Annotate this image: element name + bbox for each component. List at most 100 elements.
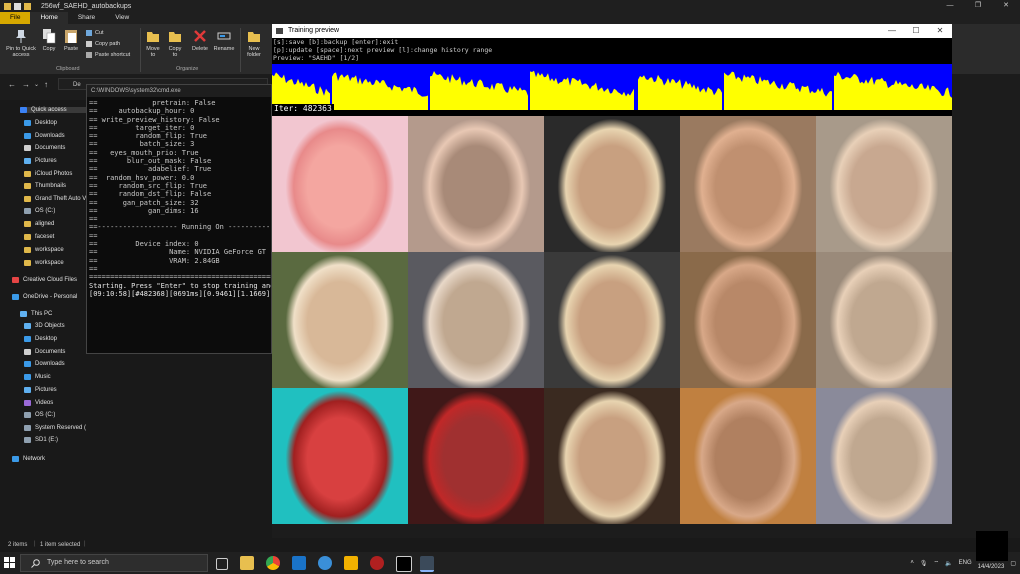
recent-chevron-icon[interactable]: ⌄: [34, 81, 39, 88]
nav-item[interactable]: Network: [12, 456, 45, 462]
nav-item[interactable]: 3D Objects: [24, 323, 65, 329]
minimize-button[interactable]: —: [936, 0, 964, 12]
windows-start-icon[interactable]: [4, 557, 15, 568]
nav-item[interactable]: OneDrive - Personal: [12, 294, 77, 300]
cmd-line: == gan_dims: 16: [89, 206, 199, 215]
cmd-window[interactable]: C:\WINDOWS\system32\cmd.exe == pretrain:…: [86, 84, 272, 354]
copy-button[interactable]: Copy: [40, 28, 58, 52]
nav-item-label: SD1 (E:): [35, 437, 59, 443]
preview-minimize-button[interactable]: —: [880, 24, 904, 38]
task-view-icon[interactable]: [216, 558, 228, 570]
nav-item[interactable]: Desktop: [24, 336, 57, 342]
nav-item[interactable]: Documents: [24, 145, 65, 151]
wifi-icon[interactable]: ⌔: [933, 559, 939, 567]
nav-item[interactable]: Desktop: [24, 120, 57, 126]
app-icon[interactable]: [318, 556, 332, 570]
paste-shortcut-label: Paste shortcut: [95, 52, 131, 58]
properties-icon[interactable]: [14, 2, 21, 10]
python-window-icon[interactable]: [420, 556, 434, 572]
tab-share[interactable]: Share: [68, 12, 105, 24]
pin-quick-access-button[interactable]: Pin to Quick access: [4, 28, 38, 58]
nav-item[interactable]: OS (C:): [24, 412, 55, 418]
preview-title-bar[interactable]: Training preview — ☐ ✕: [272, 24, 952, 38]
status-divider: |: [34, 541, 36, 547]
nav-item[interactable]: Creative Cloud Files: [12, 277, 77, 283]
nav-item-label: Creative Cloud Files: [23, 277, 78, 283]
nav-item-label: Pictures: [35, 387, 57, 393]
new-folder-label: New folder: [247, 46, 261, 58]
cmd-title-bar[interactable]: C:\WINDOWS\system32\cmd.exe: [87, 85, 271, 97]
nav-item[interactable]: Thumbnails: [24, 183, 66, 189]
nav-item-icon: [24, 221, 31, 227]
nav-item-icon: [24, 425, 31, 431]
nav-item[interactable]: Documents: [24, 349, 65, 355]
training-preview-window[interactable]: Training preview — ☐ ✕ [s]:save [b]:back…: [272, 24, 952, 524]
terminal-icon[interactable]: [396, 556, 412, 572]
nav-item-label: workspace: [35, 260, 64, 266]
cmd-line: == Name: NVIDIA GeForce GT: [89, 248, 267, 257]
nav-item[interactable]: faceset: [24, 234, 54, 240]
preview-close-button[interactable]: ✕: [928, 24, 952, 38]
tab-file[interactable]: File: [0, 12, 31, 24]
taskbar-search-box[interactable]: Type here to search: [20, 554, 208, 572]
file-explorer-icon[interactable]: [240, 556, 254, 570]
move-folder-icon: [147, 32, 159, 42]
address-path-text: De: [73, 82, 81, 88]
nav-item[interactable]: Videos: [24, 400, 53, 406]
nav-item[interactable]: Music: [24, 374, 51, 380]
copy-to-button[interactable]: Copy to: [166, 28, 184, 58]
preview-maximize-button[interactable]: ☐: [904, 24, 928, 38]
app-icon[interactable]: [370, 556, 384, 570]
up-arrow-icon[interactable]: ↑: [44, 80, 48, 89]
rename-button[interactable]: Rename: [212, 28, 236, 52]
nav-item-label: OS (C:): [35, 412, 56, 418]
item-count: 2 items: [8, 542, 28, 548]
nav-item-label: 3D Objects: [35, 323, 65, 329]
delete-label: Delete: [192, 46, 208, 52]
microphone-icon[interactable]: 🎙: [920, 560, 928, 567]
new-folder-button[interactable]: New folder: [244, 28, 264, 58]
forward-arrow-icon[interactable]: →: [22, 80, 30, 89]
language-indicator[interactable]: ENG: [959, 560, 972, 566]
nav-item[interactable]: workspace: [24, 247, 64, 253]
volume-icon[interactable]: 🔈: [945, 560, 952, 567]
preview-image-grid: [272, 116, 952, 524]
copy-label: Copy: [42, 46, 56, 52]
chrome-icon[interactable]: [266, 556, 280, 570]
folder-icon[interactable]: [24, 2, 31, 10]
nav-item[interactable]: System Reserved (D:): [24, 425, 94, 431]
app-icon[interactable]: [292, 556, 306, 570]
nav-item[interactable]: Quick access: [20, 107, 90, 113]
copy-path-button[interactable]: Copy path: [86, 41, 120, 47]
delete-button[interactable]: Delete: [190, 28, 210, 52]
nav-item[interactable]: SD1 (E:): [24, 437, 58, 443]
nav-item[interactable]: Downloads: [24, 361, 65, 367]
explorer-status-bar: 2 items | 1 item selected |: [0, 538, 1020, 552]
app-icon[interactable]: [344, 556, 358, 570]
nav-item[interactable]: This PC: [20, 311, 52, 317]
nav-item[interactable]: Pictures: [24, 387, 57, 393]
nav-item[interactable]: iCloud Photos: [24, 171, 72, 177]
back-arrow-icon[interactable]: ←: [8, 80, 16, 89]
notification-icon[interactable]: ▢: [1010, 560, 1016, 567]
tab-view[interactable]: View: [105, 12, 139, 24]
nav-item[interactable]: Pictures: [24, 158, 57, 164]
nav-item[interactable]: workspace: [24, 260, 64, 266]
nav-item[interactable]: OS (C:): [24, 208, 55, 214]
maximize-button[interactable]: ❐: [964, 0, 992, 12]
nav-item[interactable]: Downloads: [24, 133, 65, 139]
cut-button[interactable]: Cut: [86, 30, 104, 36]
cmd-line: ==: [89, 231, 98, 240]
chevron-up-icon[interactable]: ˄: [910, 560, 914, 566]
paste-button[interactable]: Paste: [62, 28, 80, 52]
pin-icon: [16, 30, 26, 43]
quick-access-icon[interactable]: [4, 2, 11, 10]
tab-home[interactable]: Home: [30, 12, 68, 24]
move-to-button[interactable]: Move to: [144, 28, 162, 58]
cmd-line: == gan_patch_size: 32: [89, 198, 199, 207]
close-button[interactable]: ✕: [992, 0, 1020, 12]
cmd-line: == random_hsv_power: 0.0: [89, 173, 195, 182]
paste-shortcut-button[interactable]: Paste shortcut: [86, 52, 130, 58]
nav-item[interactable]: aligned: [24, 221, 54, 227]
nav-item[interactable]: Grand Theft Auto V: [24, 196, 86, 202]
